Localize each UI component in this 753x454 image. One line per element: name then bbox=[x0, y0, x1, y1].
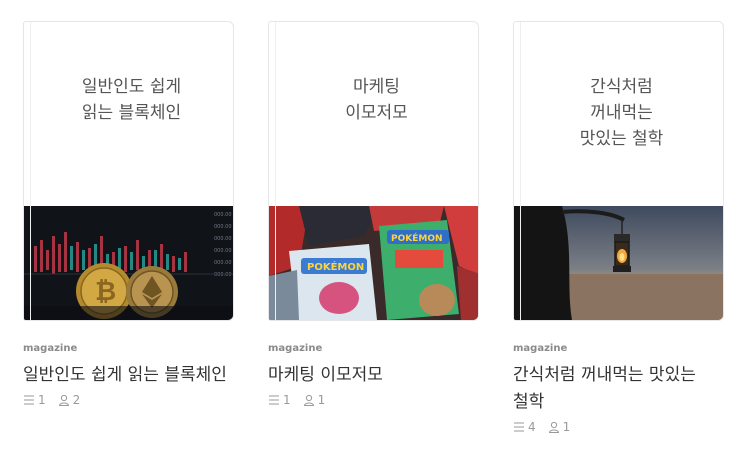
svg-text:POKÉMON: POKÉMON bbox=[391, 232, 443, 244]
subscriber-count: 2 bbox=[72, 393, 81, 407]
cover-image-crypto-coins: 000.00 000.00 000.00 000.00 000.00 000.00 ₿ bbox=[24, 206, 233, 320]
svg-text:000.00: 000.00 bbox=[214, 248, 232, 254]
cover-title: 일반인도 쉽게 읽는 블록체인 bbox=[81, 77, 182, 123]
magazine-meta: 1 2 bbox=[23, 393, 234, 407]
person-icon bbox=[548, 421, 559, 433]
magazine-card[interactable]: 간식처럼 꺼내먹는 맛있는 철학 magazine 간식처럼 꺼내먹는 맛있는 … bbox=[513, 21, 724, 434]
subscriber-count: 1 bbox=[562, 420, 571, 434]
cover-image-desert-lantern bbox=[514, 206, 723, 320]
magazine-meta: 1 1 bbox=[268, 393, 479, 407]
cover-title: 간식처럼 꺼내먹는 맛있는 철학 bbox=[579, 77, 664, 149]
article-count: 4 bbox=[528, 420, 536, 434]
magazine-title[interactable]: 마케팅 이모저모 bbox=[268, 362, 479, 389]
svg-text:000.00: 000.00 bbox=[214, 272, 232, 278]
cover-title: 마케팅 이모저모 bbox=[345, 77, 408, 123]
magazine-badge: magazine bbox=[23, 343, 78, 354]
list-icon bbox=[269, 395, 279, 405]
person-icon bbox=[58, 394, 69, 406]
svg-text:000.00: 000.00 bbox=[214, 260, 232, 266]
magazine-meta: 4 1 bbox=[513, 420, 724, 434]
article-count: 1 bbox=[283, 393, 291, 407]
list-icon bbox=[24, 395, 34, 405]
cover-image-snack-packages: POKÉMON POKÉMON bbox=[269, 206, 478, 320]
magazine-card[interactable]: 마케팅 이모저모 POKÉMON POKÉMON magazine 마케팅 이모… bbox=[268, 21, 479, 407]
magazine-title[interactable]: 일반인도 쉽게 읽는 블록체인 bbox=[23, 362, 234, 389]
svg-text:000.00: 000.00 bbox=[214, 236, 232, 242]
person-icon bbox=[303, 394, 314, 406]
list-icon bbox=[514, 422, 524, 432]
magazine-card[interactable]: 일반인도 쉽게 읽는 블록체인 000.00 000.00 000.00 000… bbox=[23, 21, 234, 407]
svg-text:POKÉMON: POKÉMON bbox=[307, 260, 364, 273]
svg-text:₿: ₿ bbox=[95, 277, 116, 307]
svg-text:000.00: 000.00 bbox=[214, 212, 232, 218]
magazine-title[interactable]: 간식처럼 꺼내먹는 맛있는 철학 bbox=[513, 362, 724, 416]
magazine-badge: magazine bbox=[513, 343, 568, 354]
magazine-badge: magazine bbox=[268, 343, 323, 354]
magazine-cover[interactable]: 간식처럼 꺼내먹는 맛있는 철학 bbox=[513, 21, 724, 321]
magazine-cover[interactable]: 일반인도 쉽게 읽는 블록체인 000.00 000.00 000.00 000… bbox=[23, 21, 234, 321]
magazine-cover[interactable]: 마케팅 이모저모 POKÉMON POKÉMON bbox=[268, 21, 479, 321]
svg-text:000.00: 000.00 bbox=[214, 224, 232, 230]
subscriber-count: 1 bbox=[317, 393, 326, 407]
article-count: 1 bbox=[38, 393, 46, 407]
